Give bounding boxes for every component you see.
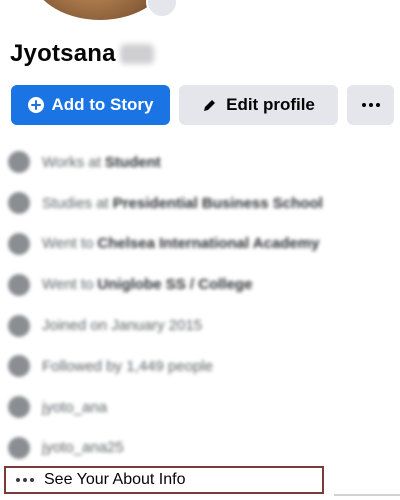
instagram-icon [8,436,30,459]
info-value: Presidential Business School [112,194,323,212]
info-row-joined: Joined on January 2015 [0,305,400,346]
plus-circle-icon [27,97,44,113]
info-row-went-to-1: Went to Chelsea International Academy [0,224,400,265]
info-prefix: Went to [42,276,94,294]
info-prefix: jyoto_ana [42,398,108,416]
more-options-button[interactable] [347,85,394,125]
redacted-surname [119,44,154,64]
see-about-info-label: See Your About Info [44,471,186,488]
edit-profile-button[interactable]: Edit profile [179,85,338,125]
info-row-instagram-2: jyoto_ana25 [0,428,400,469]
info-value: Uniglobe SS / College [97,276,253,294]
pencil-icon [202,97,218,113]
edit-profile-label: Edit profile [226,95,315,114]
rss-icon [8,355,30,378]
more-icon [361,103,380,107]
school-icon [8,273,30,296]
info-prefix: Joined on January 2015 [42,317,203,335]
add-to-story-label: Add to Story [51,95,154,114]
info-row-studies: Studies at Presidential Business School [0,183,400,224]
briefcase-icon [8,151,30,174]
profile-name-row: Jyotsana [10,38,154,70]
see-about-info-button[interactable]: See Your About Info [4,466,324,494]
divider [334,494,400,496]
info-prefix: jyoto_ana25 [42,439,124,457]
more-dots-icon [16,478,34,482]
clock-icon [8,314,30,337]
info-row-work: Works at Student [0,142,400,183]
info-row-went-to-2: Went to Uniglobe SS / College [0,264,400,305]
info-value: Student [104,153,161,171]
add-to-story-button[interactable]: Add to Story [11,85,170,125]
info-prefix: Studies at [42,194,109,212]
school-icon [8,232,30,255]
info-prefix: Followed by 1,449 people [42,357,213,375]
info-prefix: Works at [42,153,101,171]
profile-name: Jyotsana [10,40,116,67]
school-icon [8,192,30,215]
info-row-followers: Followed by 1,449 people [0,346,400,387]
info-value: Chelsea International Academy [97,235,320,253]
instagram-icon [8,396,30,419]
intro-info-list: Works at Student Studies at Presidential… [0,142,400,468]
info-row-instagram-1: jyoto_ana [0,387,400,428]
camera-icon[interactable] [146,0,178,18]
info-prefix: Went to [42,235,94,253]
